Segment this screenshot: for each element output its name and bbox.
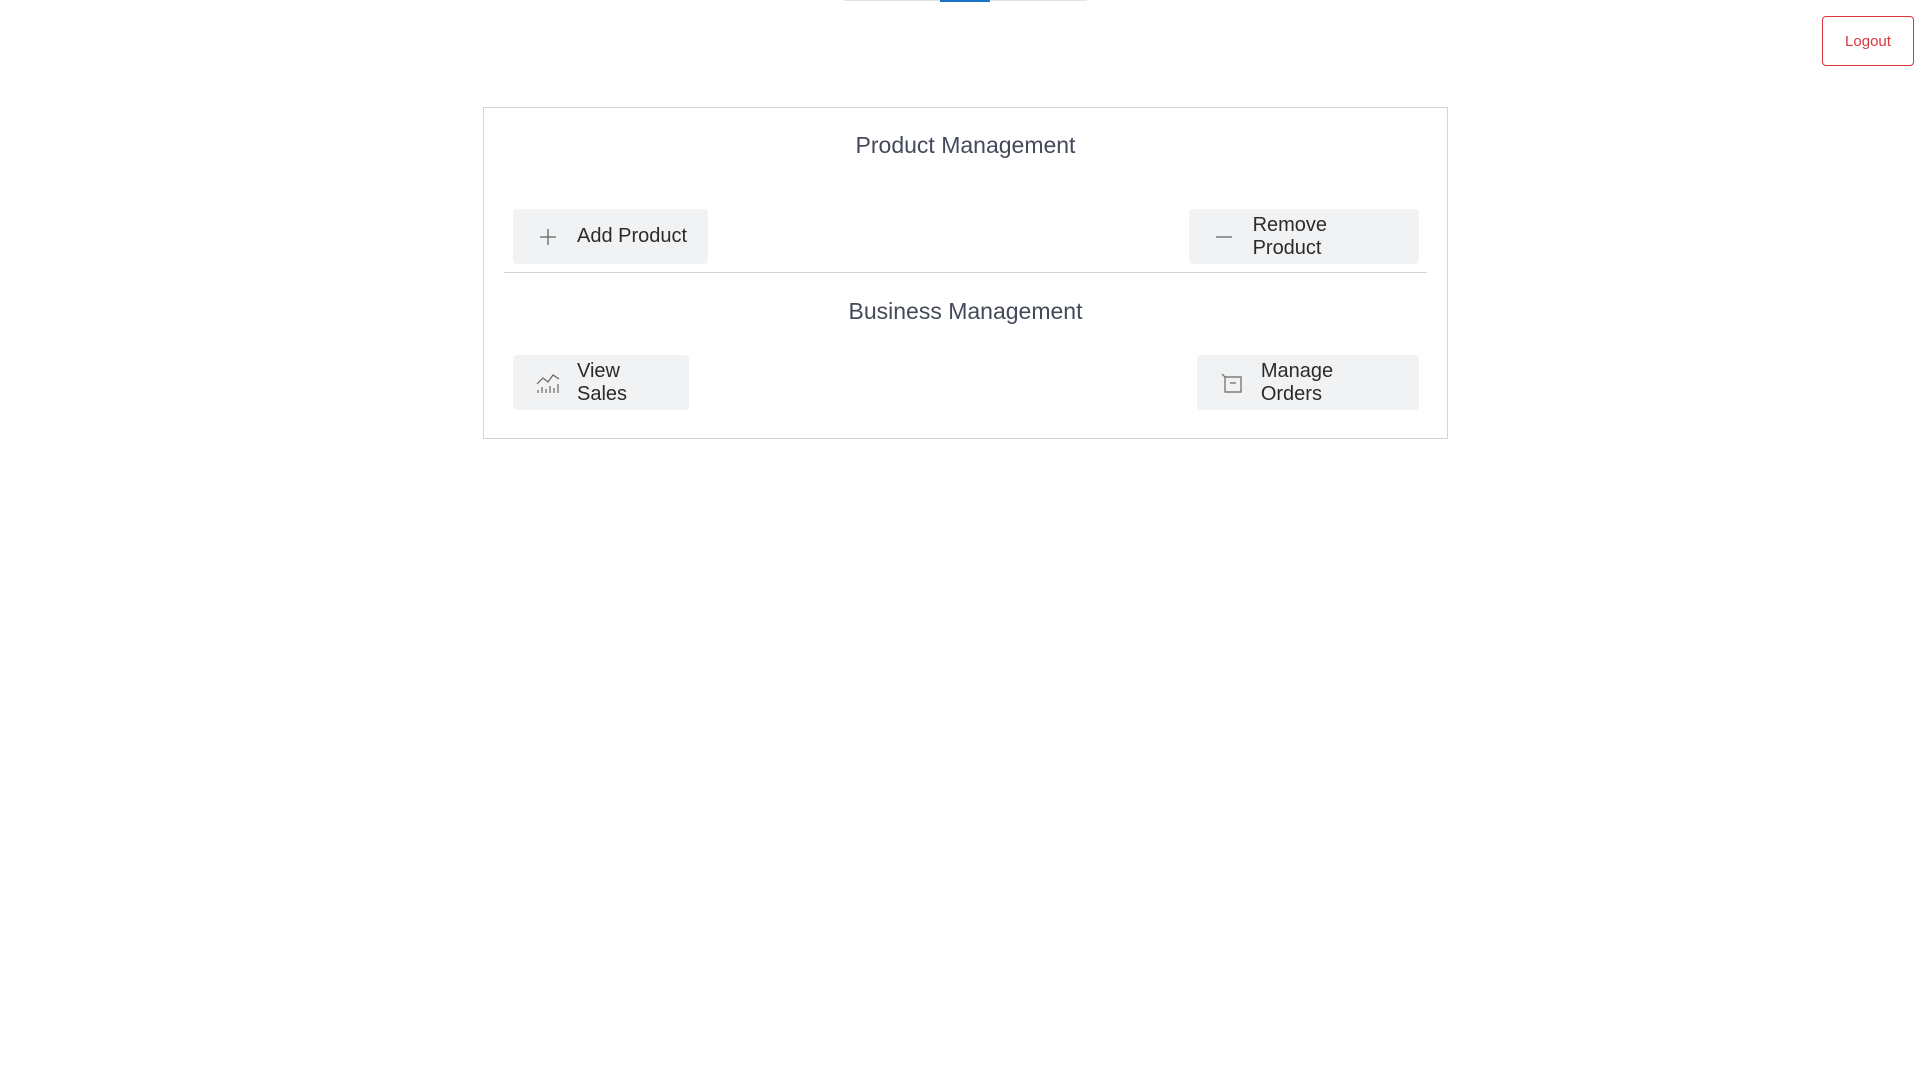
remove-product-button[interactable]: Remove Product <box>1189 209 1419 264</box>
box-icon <box>1219 370 1245 396</box>
plus-icon <box>535 224 561 250</box>
logout-button[interactable]: Logout <box>1822 16 1914 66</box>
logout-button-label: Logout <box>1845 32 1891 50</box>
minus-icon <box>1211 224 1237 250</box>
management-panel: Product Management Add Product Remove Pr… <box>483 107 1448 439</box>
view-sales-label: View Sales <box>577 359 628 405</box>
manage-orders-label: Manage Orders <box>1260 359 1334 405</box>
manage-orders-button[interactable]: Manage Orders <box>1197 355 1419 410</box>
add-product-button[interactable]: Add Product <box>513 209 708 264</box>
chart-icon <box>535 370 561 396</box>
product-management-title: Product Management <box>855 132 1076 158</box>
add-product-label: Add Product <box>577 225 688 247</box>
remove-product-label: Remove Product <box>1252 213 1328 259</box>
section-divider <box>504 272 1427 273</box>
business-management-title: Business Management <box>848 298 1083 324</box>
view-sales-button[interactable]: View Sales <box>513 355 689 410</box>
top-tab-active-indicator <box>940 0 990 2</box>
